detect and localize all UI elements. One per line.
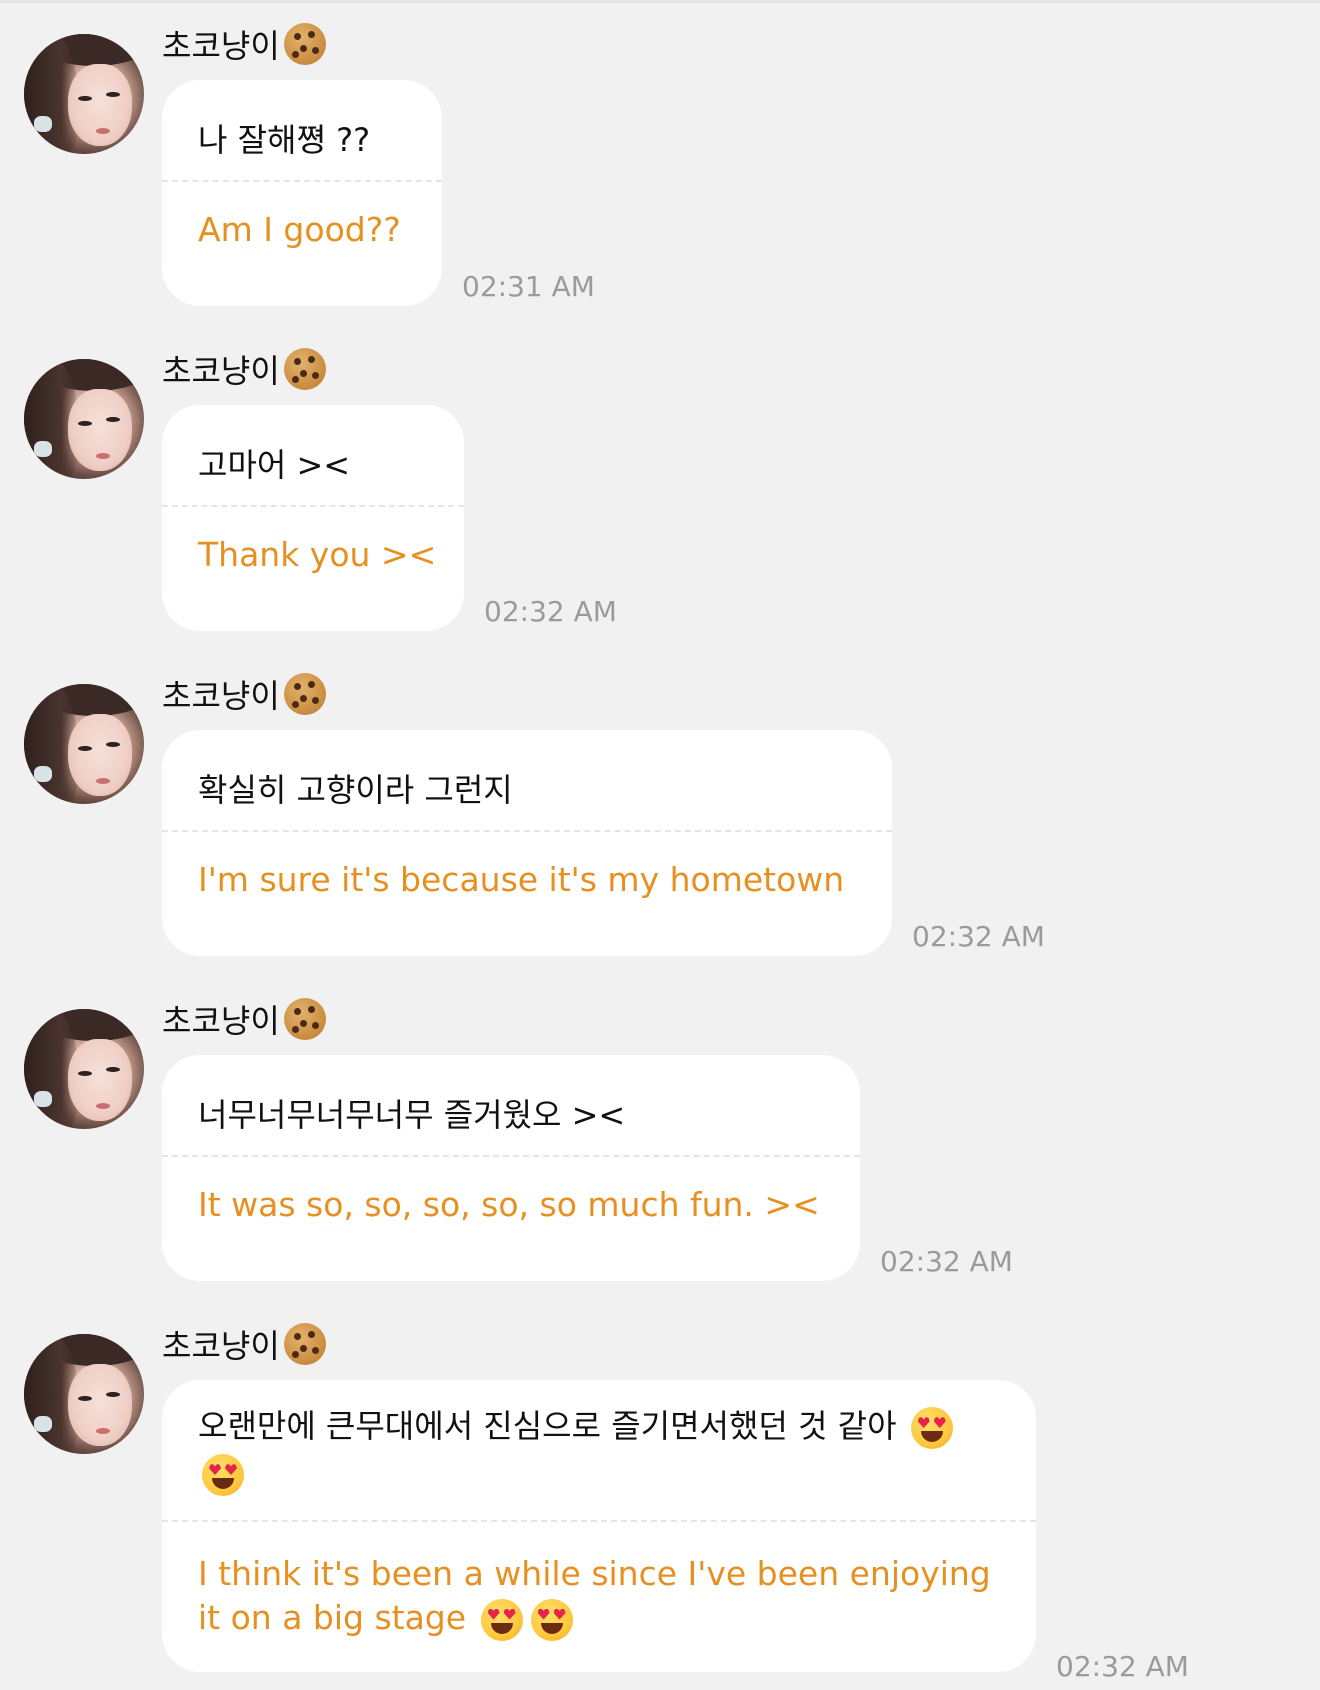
cookie-icon xyxy=(283,348,326,390)
sender-name: 초코냥이 xyxy=(162,997,326,1041)
sender-name: 초코냥이 xyxy=(162,672,326,716)
sender-name-text: 초코냥이 xyxy=(162,1327,280,1365)
translation-text: Thank you >< xyxy=(198,535,437,574)
translation-text-line: I think it's been a while since I've bee… xyxy=(198,1554,991,1593)
translation-text: I'm sure it's because it's my hometown xyxy=(198,860,845,899)
sender-name: 초코냥이 xyxy=(162,347,326,391)
timestamp: 02:32 AM xyxy=(912,920,1045,953)
translation-text: It was so, so, so, so, so much fun. >< xyxy=(198,1185,820,1224)
translation-text-line-2: it on a big stage xyxy=(198,1596,1000,1641)
sender-name-text: 초코냥이 xyxy=(162,1002,280,1040)
avatar[interactable] xyxy=(24,34,144,154)
cookie-icon xyxy=(283,1323,326,1365)
sender-name-text: 초코냥이 xyxy=(162,677,280,715)
avatar[interactable] xyxy=(24,359,144,479)
timestamp: 02:32 AM xyxy=(484,595,617,628)
original-text-line: 오랜만에 큰무대에서 진심으로 즐기면서했던 것 같아 xyxy=(198,1407,897,1445)
timestamp: 02:32 AM xyxy=(1056,1650,1189,1683)
cookie-icon xyxy=(283,673,326,715)
cookie-icon xyxy=(283,998,326,1040)
heart-eyes-emoji-icon xyxy=(530,1598,573,1641)
message-bubble[interactable]: 확실히 고향이라 그런지 I'm sure it's because it's … xyxy=(162,730,892,956)
original-text: 고마어 >< xyxy=(198,446,351,484)
avatar[interactable] xyxy=(24,684,144,804)
sender-name-text: 초코냥이 xyxy=(162,352,280,390)
translation-text: Am I good?? xyxy=(198,210,401,249)
heart-eyes-emoji-icon xyxy=(202,1454,244,1496)
original-text: 확실히 고향이라 그런지 xyxy=(198,771,513,809)
original-text: 나 잘해쪙 ?? xyxy=(198,121,371,159)
avatar[interactable] xyxy=(24,1009,144,1129)
heart-eyes-emoji-icon xyxy=(480,1598,523,1641)
original-text: 오랜만에 큰무대에서 진심으로 즐기면서했던 것 같아 xyxy=(162,1380,1036,1520)
timestamp: 02:31 AM xyxy=(462,270,595,303)
heart-eyes-emoji-icon xyxy=(910,1407,953,1449)
sender-name: 초코냥이 xyxy=(162,22,326,66)
cookie-icon xyxy=(283,23,326,65)
avatar[interactable] xyxy=(24,1334,144,1454)
sender-name: 초코냥이 xyxy=(162,1322,326,1366)
message-bubble[interactable]: 너무너무너무너무 즐거웠오 >< It was so, so, so, so, … xyxy=(162,1055,860,1281)
translation-text: I think it's been a while since I've bee… xyxy=(162,1522,1036,1672)
original-text: 너무너무너무너무 즐거웠오 >< xyxy=(198,1096,626,1134)
sender-name-text: 초코냥이 xyxy=(162,27,280,65)
top-divider xyxy=(0,0,1320,3)
timestamp: 02:32 AM xyxy=(880,1245,1013,1278)
message-bubble[interactable]: 나 잘해쪙 ?? Am I good?? xyxy=(162,80,442,306)
message-bubble[interactable]: 오랜만에 큰무대에서 진심으로 즐기면서했던 것 같아 I think it's… xyxy=(162,1380,1036,1672)
message-bubble[interactable]: 고마어 >< Thank you >< xyxy=(162,405,464,631)
